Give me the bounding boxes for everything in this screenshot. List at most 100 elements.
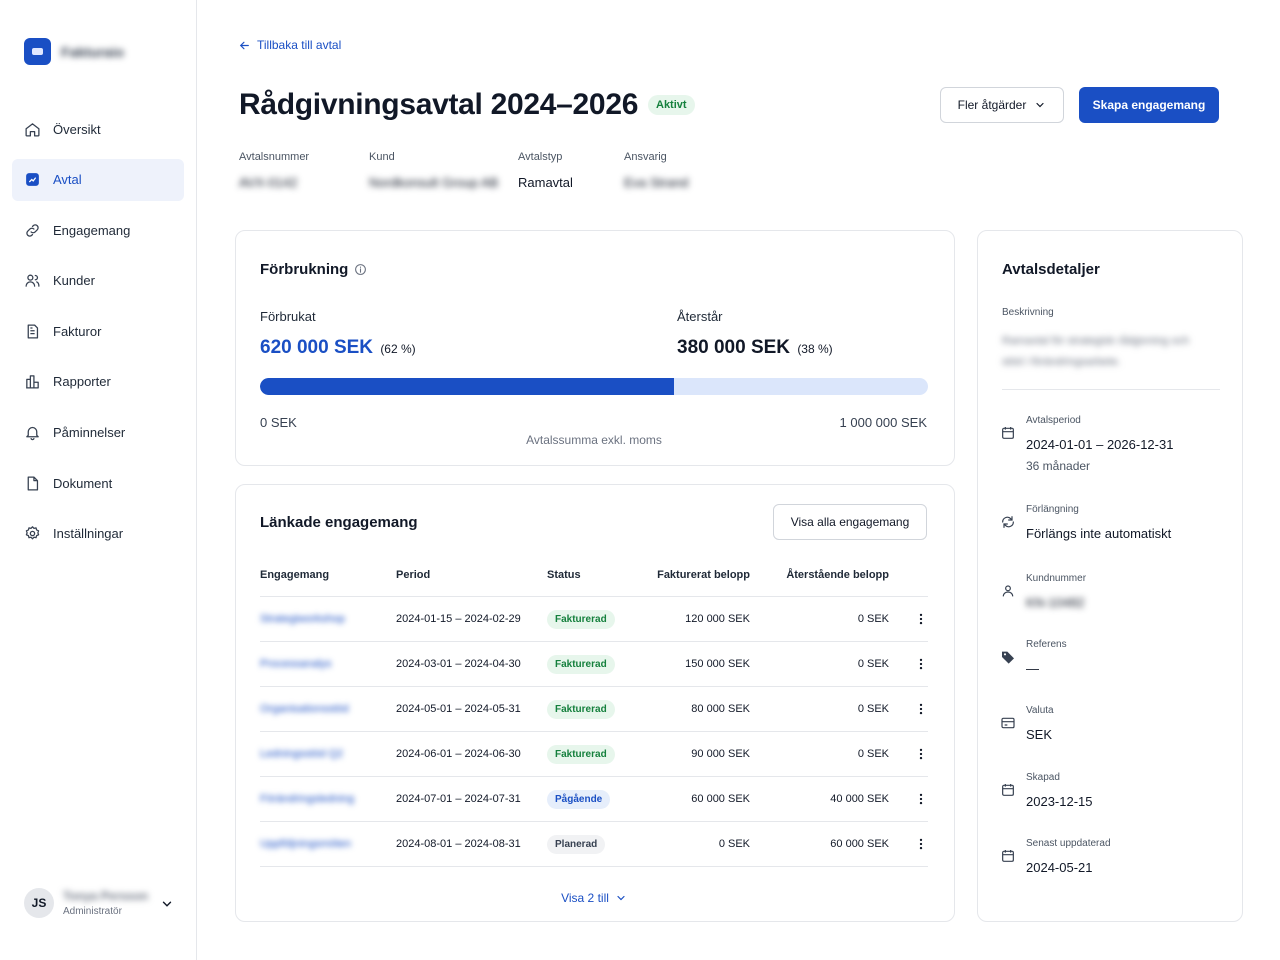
- sidebar-item-label: Påminnelser: [53, 425, 126, 441]
- detail-value: Förlängs inte automatiskt: [1026, 526, 1172, 541]
- usage-caption: Avtalssumma exkl. moms: [526, 433, 662, 447]
- arrow-left-icon: [239, 41, 249, 49]
- page-title: Rådgivningsavtal 2024–2026: [239, 88, 639, 121]
- sidebar-item-contracts[interactable]: Avtal: [12, 158, 184, 201]
- billed-amount-cell: 150 000 SEK: [685, 658, 750, 670]
- more-vertical-icon[interactable]: [914, 612, 928, 626]
- meta-customer: Kund Nordkonsult Group AB: [369, 151, 498, 190]
- usage-title: Förbrukning: [260, 261, 367, 278]
- description-label: Beskrivning: [1002, 307, 1054, 318]
- table-row[interactable]: Strategiworkshop 2024-01-15 – 2024-02-29 F…: [260, 597, 928, 642]
- sidebar-nav: Översikt Avtal Engagemang Kunder Fakturo…: [12, 108, 184, 563]
- remaining-amount-cell: 0 SEK: [857, 658, 889, 670]
- more-vertical-icon[interactable]: [914, 792, 928, 806]
- table-row[interactable]: Ledningsstöd Q2 2024-06-01 – 2024-06-30 Fa…: [260, 732, 928, 777]
- sidebar-item-customers[interactable]: Kunder: [12, 260, 184, 302]
- more-actions-button[interactable]: Fler åtgärder: [940, 87, 1064, 123]
- engagement-link[interactable]: Organisationsstöd: [260, 703, 349, 715]
- period-cell: 2024-01-15 – 2024-02-29: [396, 613, 521, 625]
- detail-value: 2024-05-21: [1026, 860, 1093, 875]
- remaining-amount: 380 000 SEK: [677, 337, 791, 358]
- table-row[interactable]: Uppföljningsmöten 2024-08-01 – 2024-08-31…: [260, 822, 928, 867]
- linked-title: Länkade engagemang: [260, 514, 418, 531]
- more-vertical-icon[interactable]: [914, 702, 928, 716]
- usage-max: 1 000 000 SEK: [839, 415, 927, 430]
- chevron-down-icon[interactable]: [160, 897, 174, 911]
- user-name: Tonya Persson: [63, 889, 149, 903]
- brand-logo-icon: [24, 38, 51, 65]
- more-vertical-icon[interactable]: [914, 657, 928, 671]
- usage-min: 0 SEK: [260, 415, 297, 430]
- period-cell: 2024-03-01 – 2024-04-30: [396, 658, 521, 670]
- info-icon[interactable]: [354, 263, 367, 276]
- detail-label: Förlängning: [1026, 504, 1079, 515]
- brand[interactable]: Fakturaio: [24, 38, 124, 65]
- engagement-link[interactable]: Uppföljningsmöten: [260, 838, 351, 850]
- meta-value: Ramavtal: [518, 175, 573, 190]
- column-header[interactable]: Engagemang: [260, 569, 396, 581]
- column-header[interactable]: Status: [547, 569, 650, 581]
- sidebar-item-documents[interactable]: Dokument: [12, 462, 184, 504]
- sidebar-item-label: Inställningar: [53, 526, 124, 542]
- back-link[interactable]: Tillbaka till avtal: [238, 38, 341, 52]
- linked-engagements-card: Länkade engagemang Visa alla engagemang …: [235, 484, 955, 922]
- more-vertical-icon[interactable]: [914, 747, 928, 761]
- sidebar-item-label: Avtal: [53, 172, 82, 188]
- engagement-link[interactable]: Processanalys: [260, 658, 332, 670]
- engagement-link[interactable]: Strategiworkshop: [260, 613, 345, 625]
- view-all-engagements-button[interactable]: Visa alla engagemang: [773, 504, 927, 540]
- engagement-link[interactable]: Ledningsstöd Q2: [260, 748, 343, 760]
- meta-contract-number: Avtalsnummer AVX-0142: [239, 151, 309, 190]
- sidebar-item-label: Rapporter: [53, 374, 111, 390]
- details-title: Avtalsdetaljer: [1002, 261, 1100, 278]
- engagement-link[interactable]: Förändringsledning: [260, 793, 354, 805]
- detail-subvalue: 36 månader: [1026, 459, 1091, 473]
- create-engagement-button[interactable]: Skapa engagemang: [1079, 87, 1219, 123]
- sidebar-item-reports[interactable]: Rapporter: [12, 361, 184, 403]
- description-value: Ramavtal för strategisk rådgivning och s…: [1002, 335, 1190, 368]
- sidebar-item-settings[interactable]: Inställningar: [12, 513, 184, 555]
- column-header[interactable]: Period: [396, 569, 547, 581]
- table-row[interactable]: Processanalys 2024-03-01 – 2024-04-30 Fakt…: [260, 642, 928, 687]
- status-badge: Aktivt: [648, 95, 695, 115]
- chart-icon: [26, 375, 39, 389]
- chevron-down-icon: [617, 895, 625, 901]
- table-row[interactable]: Förändringsledning 2024-07-01 – 2024-07-3…: [260, 777, 928, 822]
- sidebar-item-invoices[interactable]: Fakturor: [12, 310, 184, 352]
- divider: [1002, 389, 1220, 390]
- meta-label: Kund: [369, 151, 395, 163]
- user-icon: [1002, 585, 1014, 597]
- detail-label: Kundnummer: [1026, 573, 1087, 584]
- show-more-button[interactable]: Visa 2 till: [236, 891, 952, 905]
- document-icon: [27, 476, 39, 491]
- meta-label: Avtalsnummer: [239, 151, 310, 163]
- more-vertical-icon[interactable]: [914, 837, 928, 851]
- status-badge: Pågående: [547, 789, 611, 809]
- detail-label: Senast uppdaterad: [1026, 838, 1111, 849]
- used-amount: 620 000 SEK: [260, 337, 374, 358]
- remaining-amount-cell: 0 SEK: [857, 613, 889, 625]
- sidebar-item-engagements[interactable]: Engagemang: [12, 209, 184, 251]
- column-header[interactable]: Återstående belopp: [750, 569, 889, 581]
- link-icon: [26, 223, 39, 237]
- home-icon: [25, 122, 40, 137]
- usage-card: Förbrukning Förbrukat 620 000 SEK (62 %)…: [235, 230, 955, 466]
- sidebar: Fakturaio Översikt Avtal Engagemang Kund…: [0, 0, 197, 960]
- remaining-percent: (38 %): [797, 342, 833, 356]
- detail-label: Referens: [1026, 639, 1067, 650]
- sidebar-item-reminders[interactable]: Påminnelser: [12, 412, 184, 454]
- detail-value: SEK: [1026, 727, 1053, 742]
- status-badge: Fakturerad: [547, 744, 615, 764]
- sidebar-item-overview[interactable]: Översikt: [12, 108, 184, 150]
- status-badge: Fakturerad: [547, 699, 615, 719]
- meta-label: Avtalstyp: [518, 151, 563, 163]
- remaining-amount-cell: 40 000 SEK: [830, 793, 889, 805]
- sidebar-item-label: Engagemang: [53, 222, 131, 238]
- column-header[interactable]: Fakturerat belopp: [650, 569, 750, 581]
- calendar-icon: [1002, 850, 1014, 862]
- status-badge: Planerad: [547, 834, 606, 854]
- user-menu[interactable]: JS Tonya Persson Administratör: [24, 888, 174, 918]
- billed-amount-cell: 60 000 SEK: [691, 793, 750, 805]
- table-row[interactable]: Organisationsstöd 2024-05-01 – 2024-05-31…: [260, 687, 928, 732]
- detail-value: 2023-12-15: [1026, 794, 1093, 809]
